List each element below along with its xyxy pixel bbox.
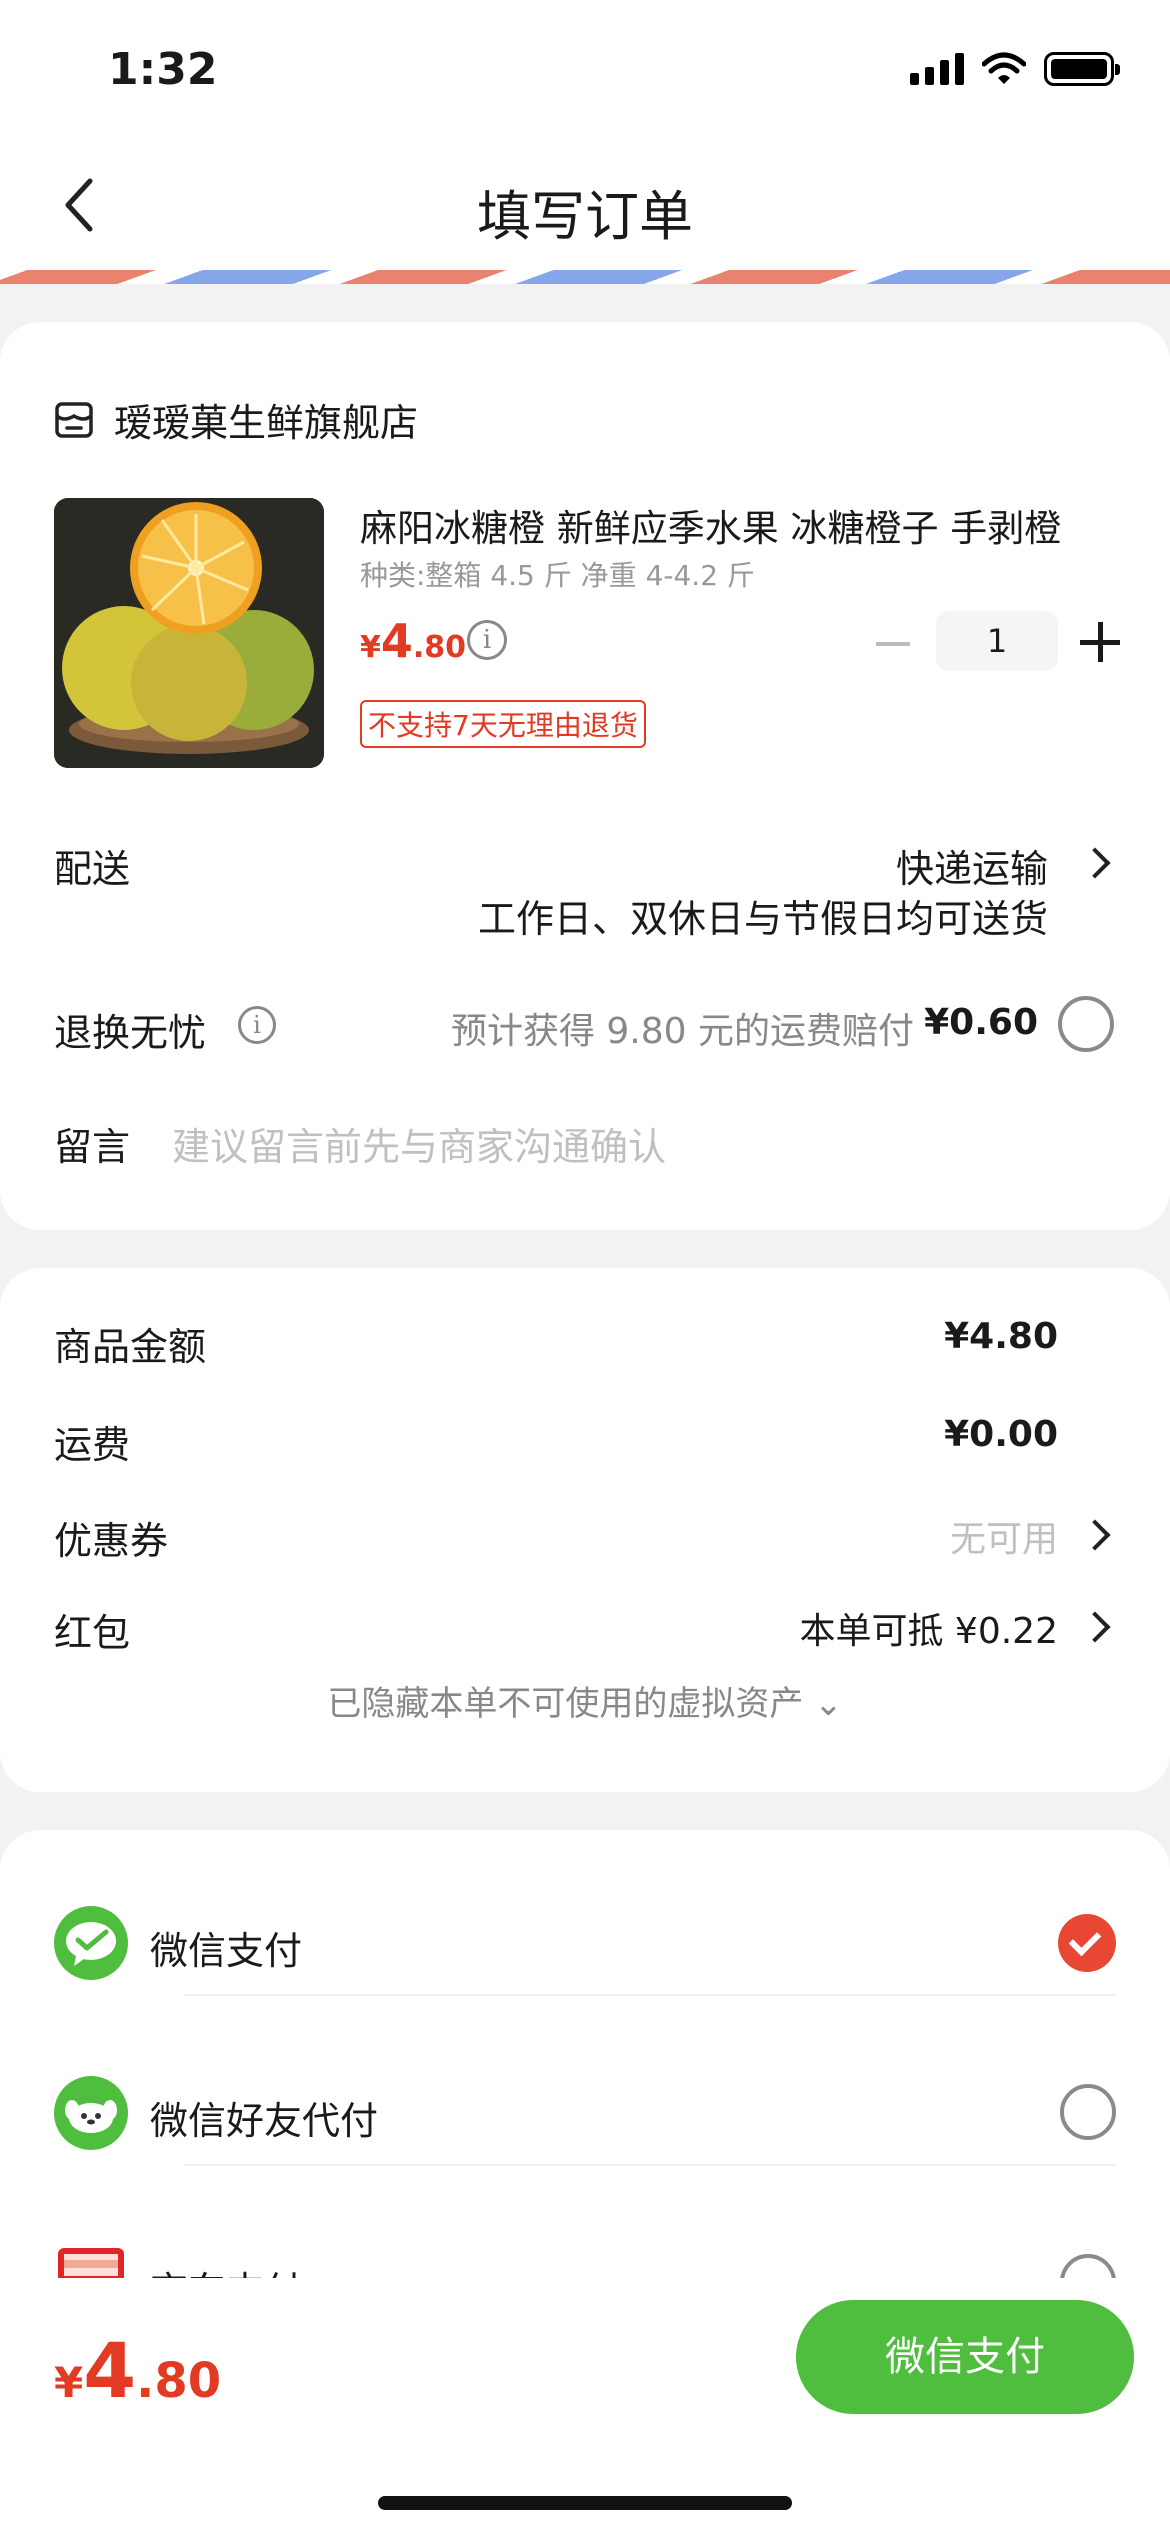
goods-amount-value: ¥4.80 (944, 1316, 1058, 1357)
divider (184, 1994, 1116, 1996)
total-price: ¥4.80 (54, 2326, 222, 2415)
payment-option-label: 微信好友代付 (150, 2099, 379, 2143)
product-spec[interactable]: 种类:整箱 4.5 斤 净重 4-4.2 斤 (360, 554, 755, 594)
wifi-icon (982, 52, 1026, 84)
checkout-bar: ¥4.80 微信支付 (0, 2278, 1170, 2532)
pay-button[interactable]: 微信支付 (796, 2300, 1134, 2414)
goods-amount-label: 商品金额 (54, 1325, 207, 1369)
remark-input[interactable]: 建议留言前先与商家沟通确认 (172, 1116, 666, 1171)
red-packet-value[interactable]: 本单可抵 ¥0.22 (799, 1602, 1058, 1654)
quantity-decrease-button[interactable] (876, 642, 910, 646)
checked-radio-icon[interactable] (1058, 1914, 1116, 1972)
battery-level (1051, 59, 1107, 79)
coupon-value[interactable]: 无可用 (950, 1510, 1058, 1562)
store-header[interactable]: 瑷瑷菓生鲜旗舰店 (54, 392, 418, 447)
return-compensation-text: 预计获得 9.80 元的运费赔付 (450, 1011, 914, 1052)
quantity-increase-button[interactable] (1080, 622, 1120, 662)
order-item-card: 瑷瑷菓生鲜旗舰店 麻阳冰糖橙 新鲜应季水果 冰糖橙子 手剥橙 种类:整箱 4.5… (0, 322, 1170, 1230)
hidden-assets-toggle[interactable]: 已隐藏本单不可使用的虚拟资产 ⌄ (0, 1676, 1170, 1725)
wechat-friend-pay-icon (54, 2076, 128, 2150)
wechat-pay-icon (54, 1906, 128, 1980)
store-name: 瑷瑷菓生鲜旗舰店 (114, 401, 419, 445)
payment-option-label: 微信支付 (150, 1929, 303, 1973)
unchecked-radio-icon[interactable] (1060, 2084, 1116, 2140)
product-title[interactable]: 麻阳冰糖橙 新鲜应季水果 冰糖橙子 手剥橙 (360, 498, 1090, 552)
product-image[interactable] (54, 498, 324, 768)
status-bar: 1:32 (0, 0, 1170, 140)
quantity-value[interactable]: 1 (936, 611, 1058, 671)
airmail-border (0, 270, 1170, 284)
page-title: 填写订单 (477, 185, 693, 248)
delivery-label: 配送 (54, 847, 131, 891)
shipping-value: ¥0.00 (944, 1414, 1058, 1455)
status-icons (910, 52, 1120, 86)
status-time: 1:32 (108, 44, 218, 95)
chevron-right-icon[interactable] (1079, 847, 1111, 879)
coupon-label: 优惠券 (54, 1519, 169, 1563)
shipping-label: 运费 (54, 1423, 131, 1467)
price-summary-card: 商品金额 ¥4.80 运费 ¥0.00 优惠券 无可用 红包 本单可抵 ¥0.2… (0, 1268, 1170, 1792)
battery-icon (1044, 52, 1120, 86)
return-insurance-price: ¥0.60 (924, 1002, 1038, 1043)
divider (184, 2164, 1116, 2166)
return-insurance-label: 退换无忧 (54, 1011, 207, 1055)
delivery-method[interactable]: 快递运输 (896, 838, 1048, 893)
chevron-right-icon[interactable] (1079, 1519, 1111, 1551)
no-return-badge: 不支持7天无理由退货 (360, 700, 646, 748)
nav-bar: 填写订单 (0, 140, 1170, 270)
cellular-signal-icon (910, 53, 964, 85)
home-indicator[interactable] (378, 2496, 792, 2510)
return-insurance-radio[interactable] (1058, 996, 1114, 1052)
info-icon[interactable]: i (238, 1006, 276, 1044)
store-icon (55, 401, 93, 438)
product-price: ¥4.80 (360, 614, 467, 668)
remark-label: 留言 (54, 1125, 131, 1169)
delivery-note: 工作日、双休日与节假日均可送货 (477, 897, 1048, 941)
price-info-icon[interactable]: i (467, 620, 507, 660)
red-packet-label: 红包 (54, 1611, 131, 1655)
chevron-right-icon[interactable] (1079, 1611, 1111, 1643)
